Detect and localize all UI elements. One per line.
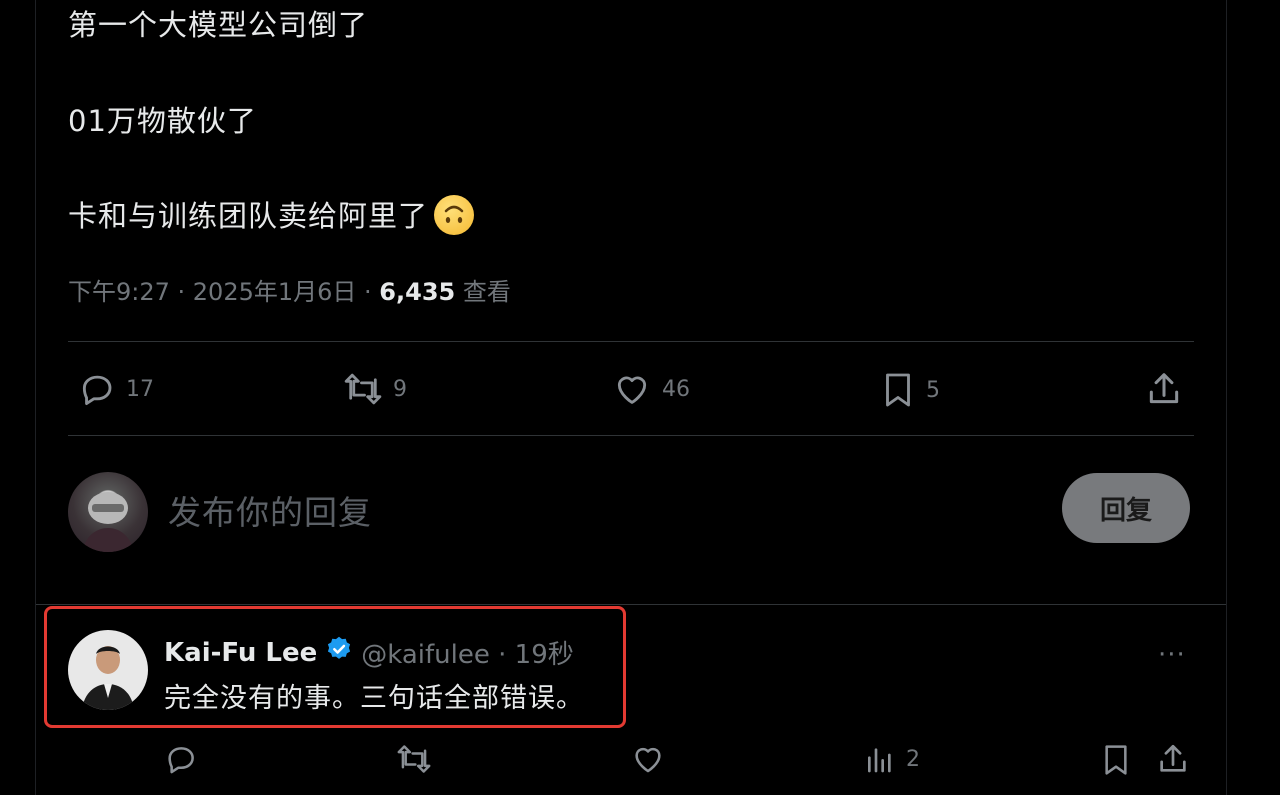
reply-input[interactable]: 发布你的回复	[168, 486, 372, 534]
reply-icon	[168, 747, 194, 774]
tweet-text-line-1: 第一个大模型公司倒了	[68, 8, 369, 42]
bookmark-icon	[886, 373, 910, 407]
tweet-views-label: 查看	[455, 278, 511, 306]
tweet-views-count: 6,435	[379, 278, 456, 306]
divider-top	[68, 341, 1194, 342]
bookmark-count: 5	[926, 377, 940, 403]
user-avatar[interactable]	[68, 472, 148, 552]
bookmark-icon	[1105, 745, 1127, 775]
left-column-border	[35, 0, 36, 795]
tweet-text-line-3-label: 卡和与训练团队卖给阿里了	[68, 199, 429, 233]
reply-share-action[interactable]	[1156, 742, 1190, 776]
reply-icon	[82, 375, 112, 405]
reply-text: 完全没有的事。三句话全部错误。	[164, 683, 584, 714]
retweet-icon	[397, 745, 431, 773]
reply-like-action[interactable]	[630, 742, 666, 776]
kaifulee-avatar[interactable]	[68, 630, 148, 710]
like-action[interactable]: 46	[612, 370, 690, 408]
reply-author-line: Kai-Fu Lee @kaifulee · 19秒	[164, 634, 574, 671]
reply-action[interactable]: 17	[78, 370, 154, 408]
reply-author-name[interactable]: Kai-Fu Lee	[164, 638, 317, 668]
share-action[interactable]	[1145, 370, 1183, 408]
heart-icon	[617, 376, 647, 404]
share-icon	[1149, 373, 1179, 404]
retweet-count: 9	[393, 376, 407, 402]
tweet-text-line-3: 卡和与训练团队卖给阿里了	[68, 193, 475, 235]
verified-badge-icon	[325, 635, 353, 670]
share-icon	[1160, 744, 1186, 772]
tweet-timestamp[interactable]: 下午9:27 · 2025年1月6日 ·	[68, 278, 379, 306]
more-options-icon[interactable]: ···	[1158, 640, 1186, 670]
analytics-icon	[868, 748, 891, 773]
right-column-border	[1226, 0, 1227, 795]
heart-icon	[635, 747, 661, 773]
reply-author-handle[interactable]: @kaifulee · 19秒	[361, 634, 573, 671]
retweet-icon	[344, 373, 382, 405]
bookmark-action[interactable]: 5	[880, 370, 940, 410]
reply-bookmark-action[interactable]	[1100, 742, 1132, 778]
tweet-text-line-2: 01万物散伙了	[68, 104, 257, 138]
reply-views-count: 2	[906, 746, 920, 772]
reply-count: 17	[126, 376, 154, 402]
retweet-action[interactable]: 9	[343, 370, 407, 408]
divider-bottom	[36, 604, 1226, 605]
reply-retweet-action[interactable]	[396, 742, 432, 776]
tweet-meta: 下午9:27 · 2025年1月6日 · 6,435 查看	[68, 272, 511, 307]
reply-button[interactable]: 回复	[1062, 473, 1190, 543]
reply-reply-action[interactable]	[164, 742, 198, 776]
divider-middle	[68, 435, 1194, 436]
reply-views-action[interactable]: 2	[864, 742, 920, 776]
upside-down-face-icon	[434, 195, 475, 235]
like-count: 46	[662, 376, 690, 402]
